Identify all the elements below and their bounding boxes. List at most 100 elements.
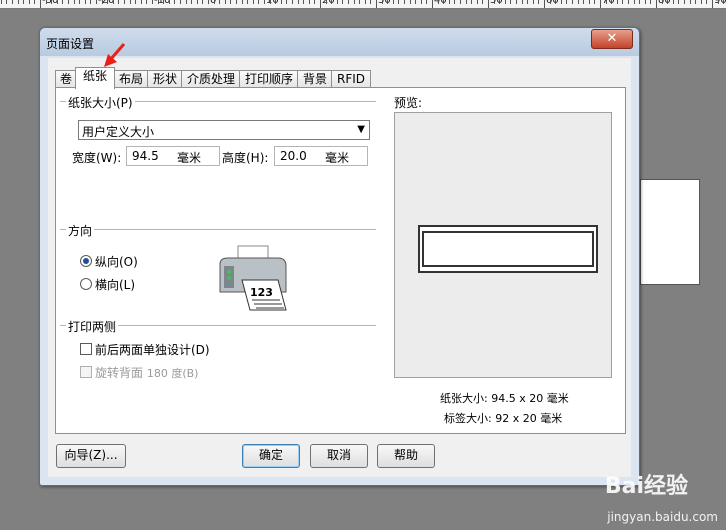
portrait-label[interactable]: 纵向(O) — [95, 253, 138, 270]
ruler-tick — [639, 0, 640, 4]
watermark-logo: Bai经验 — [604, 474, 688, 499]
ruler-tick — [342, 0, 343, 4]
tab-layout[interactable]: 布局 — [113, 70, 149, 88]
width-field[interactable]: 94.5 毫米 — [126, 146, 220, 166]
ruler-tick — [158, 0, 159, 4]
ruler-tick — [264, 0, 265, 4]
separate-design-label[interactable]: 前后两面单独设计(D) — [95, 341, 210, 358]
ruler-label: 30 — [378, 0, 391, 6]
chevron-down-icon: ▼ — [357, 124, 365, 135]
ruler-tick — [516, 0, 517, 4]
ruler-tick — [443, 0, 444, 4]
ruler-tick — [365, 0, 366, 4]
ruler-tick — [510, 0, 511, 4]
ruler-tick — [214, 0, 215, 4]
ruler-tick — [281, 0, 282, 4]
ruler-tick — [561, 0, 562, 4]
ruler-tick — [522, 0, 523, 4]
label-size-info: 标签大小: 92 x 20 毫米 — [444, 412, 563, 425]
ruler-tick — [135, 0, 136, 4]
ruler-tick — [130, 0, 131, 4]
ruler-tick — [449, 0, 450, 4]
paper-size-dropdown[interactable]: 用户定义大小 ▼ — [78, 120, 370, 140]
ruler-tick — [606, 0, 607, 4]
group-divider — [60, 229, 376, 230]
ruler-tick — [152, 0, 153, 4]
ruler-tick — [174, 0, 175, 4]
tab-print-order[interactable]: 打印顺序 — [239, 70, 299, 88]
paper-tab-panel: 纸张大小(P) 用户定义大小 ▼ 宽度(W): 94.5 毫米 高度(H): 2… — [55, 87, 626, 434]
ruler-tick — [662, 0, 663, 4]
height-value: 20.0 — [280, 149, 307, 163]
label-preview — [418, 225, 598, 273]
tab-shape[interactable]: 形状 — [147, 70, 183, 88]
separate-design-checkbox[interactable] — [80, 343, 92, 355]
ruler-tick — [124, 0, 125, 4]
ruler-tick — [163, 0, 164, 4]
dialog-client: 卷 纸张 布局 形状 介质处理 打印顺序 背景 RFID 纸张大小(P) 用户定… — [48, 58, 631, 477]
ruler-tick — [673, 0, 674, 4]
close-button[interactable]: ✕ — [591, 29, 633, 49]
ruler-tick — [538, 0, 539, 4]
ruler-tick — [79, 0, 80, 4]
rotate-back-checkbox[interactable] — [80, 366, 92, 378]
ruler-tick — [46, 0, 47, 4]
ruler-tick — [566, 0, 567, 4]
ruler-label: 20 — [322, 0, 335, 6]
paper-size-selected: 用户定义大小 — [82, 125, 155, 139]
ruler-tick — [398, 0, 399, 4]
ruler-tick — [645, 0, 646, 4]
ruler-tick — [113, 0, 114, 4]
paper-size-info: 纸张大小: 94.5 x 20 毫米 — [440, 392, 569, 405]
ruler-tick — [298, 0, 299, 4]
tab-rfid[interactable]: RFID — [331, 70, 371, 88]
ruler-tick — [314, 0, 315, 4]
ruler-tick — [6, 0, 7, 4]
ok-button[interactable]: 确定 — [242, 444, 300, 468]
ruler-tick — [62, 0, 63, 4]
tab-background[interactable]: 背景 — [297, 70, 333, 88]
ruler-tick — [617, 0, 618, 4]
ruler-tick — [589, 0, 590, 4]
cancel-button[interactable]: 取消 — [310, 444, 368, 468]
watermark-url: jingyan.baidu.com — [607, 510, 718, 524]
ruler-tick — [40, 0, 41, 8]
ruler-tick — [370, 0, 371, 4]
ruler-tick — [482, 0, 483, 4]
help-button[interactable]: 帮助 — [377, 444, 435, 468]
landscape-radio[interactable] — [80, 278, 92, 290]
annotation-arrow-icon — [104, 43, 126, 67]
ruler-label: 50 — [490, 0, 503, 6]
ruler-tick — [393, 0, 394, 4]
ruler-tick — [258, 0, 259, 4]
ruler-tick — [85, 0, 86, 4]
landscape-label[interactable]: 横向(L) — [95, 276, 135, 293]
ruler-tick — [292, 0, 293, 4]
ruler-tick — [191, 0, 192, 4]
ruler-tick — [208, 0, 209, 4]
ruler-tick — [242, 0, 243, 4]
tab-paper[interactable]: 纸张 — [75, 67, 115, 89]
ruler-tick — [432, 0, 433, 8]
height-unit: 毫米 — [324, 151, 349, 165]
orientation-group-title: 方向 — [66, 222, 95, 239]
ruler-label: 40 — [434, 0, 447, 6]
tab-media-handling[interactable]: 介质处理 — [181, 70, 241, 88]
wizard-button[interactable]: 向导(Z)... — [56, 444, 126, 468]
paper-size-group-title: 纸张大小(P) — [66, 94, 135, 111]
ruler-tick — [611, 0, 612, 4]
ruler-tick — [34, 0, 35, 4]
tab-roll[interactable]: 卷 — [55, 70, 77, 88]
ruler-tick — [359, 0, 360, 4]
ruler-tick — [230, 0, 231, 4]
ruler-tick — [118, 0, 119, 4]
ruler-tick — [494, 0, 495, 4]
ruler-tick — [600, 0, 601, 8]
height-field[interactable]: 20.0 毫米 — [274, 146, 368, 166]
ruler-tick — [718, 0, 719, 4]
ruler-tick — [550, 0, 551, 4]
ruler-tick — [678, 0, 679, 4]
ruler-tick — [650, 0, 651, 4]
portrait-radio[interactable] — [80, 255, 92, 267]
ruler-label: 70 — [602, 0, 615, 6]
